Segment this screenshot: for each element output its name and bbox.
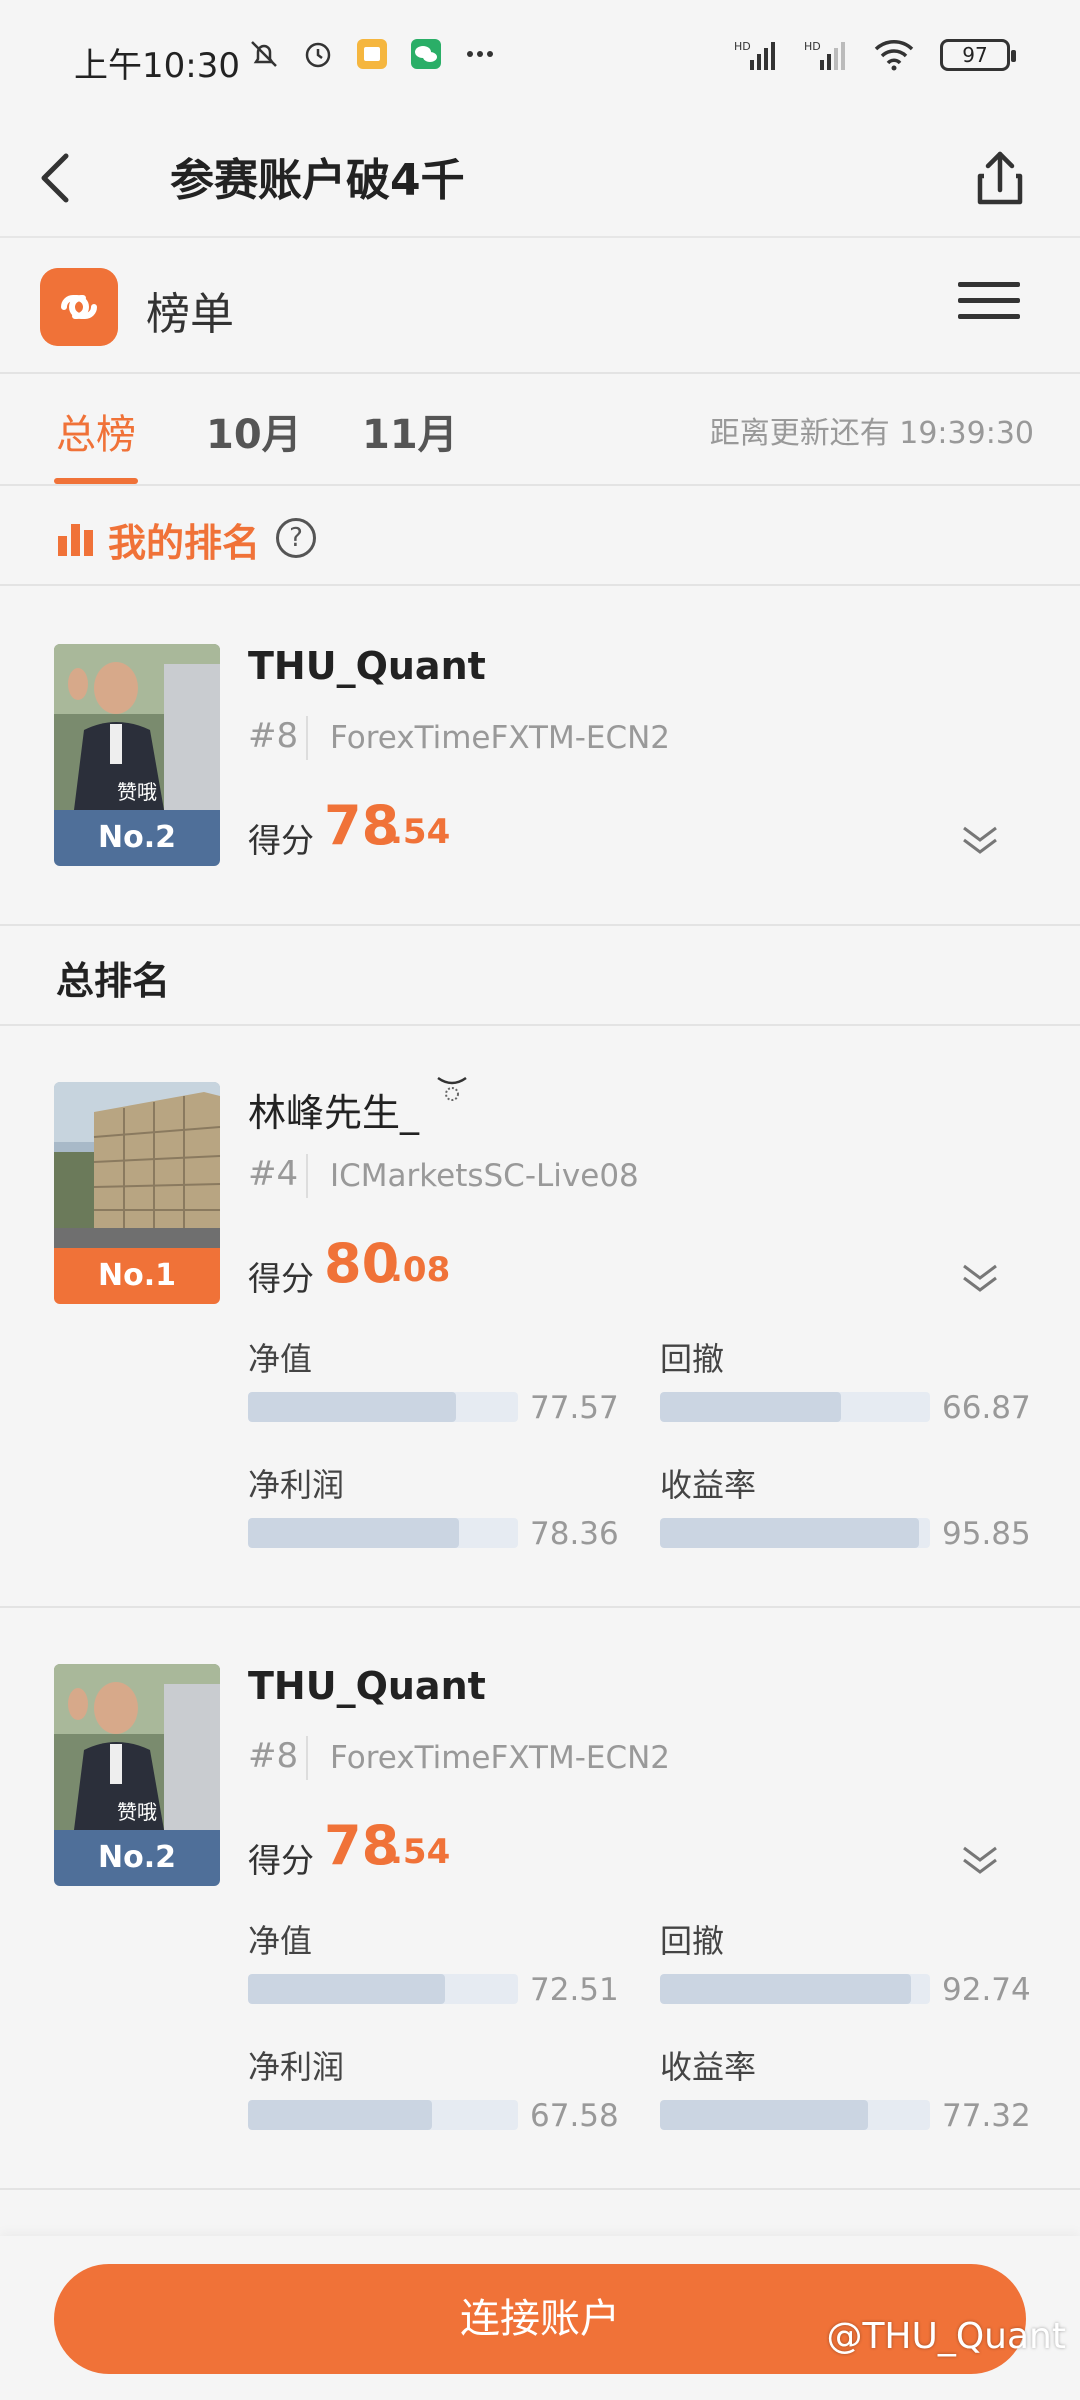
rank-number: #8 (248, 716, 299, 756)
app-logo-icon (40, 268, 118, 346)
ranking-entry[interactable]: 赞哦 No.2 THU_Quant #8 ForexTimeFXTM-ECN2 … (0, 1608, 1080, 2190)
score-decimal: .54 (390, 812, 451, 852)
avatar: 赞哦 No.2 (54, 644, 220, 866)
page-title: 参赛账户破4千 (170, 155, 465, 206)
more-dots-icon (467, 51, 493, 57)
score-label: 得分 (248, 1259, 314, 1298)
rank-badge: No.2 (54, 810, 220, 866)
metric-drawdown: 回撤 92.74 (660, 1922, 1031, 2008)
svg-text:HD: HD (734, 40, 751, 53)
metric-bar (660, 2100, 930, 2130)
username: THU_Quant (248, 644, 486, 688)
metric-net-value: 净值 72.51 (248, 1922, 619, 2008)
hd-signal-icon: HD (734, 40, 775, 70)
status-time: 上午10:30 (74, 46, 240, 86)
overall-ranking-header: 总排名 (0, 926, 1080, 1026)
wechat-icon (411, 39, 441, 69)
metric-bar (660, 1974, 930, 2004)
avatar-photo (54, 1082, 220, 1248)
sparkle-icon (437, 1076, 467, 1101)
metric-drawdown: 回撤 66.87 (660, 1340, 1031, 1426)
username: THU_Quant (248, 1664, 486, 1708)
score-integer: 80 (324, 1232, 400, 1295)
status-notification-icons (246, 36, 498, 72)
metric-bar (660, 1392, 930, 1422)
leaderboard-page: 上午10:30 HD HD 97 参赛账户破4千 榜单 总榜 10月 11月 距… (0, 0, 1080, 2400)
help-icon[interactable]: ? (276, 518, 316, 558)
tab-october[interactable]: 10月 (206, 402, 302, 460)
tab-bar: 总榜 10月 11月 距离更新还有 19:39:30 (0, 374, 1080, 486)
score-label: 得分 (248, 821, 314, 860)
chevron-double-down-icon[interactable] (960, 824, 1000, 858)
watermark: @THU_Quant (826, 2316, 1066, 2357)
metric-bar (248, 1518, 518, 1548)
metric-bar (660, 1518, 930, 1548)
update-countdown: 距离更新还有 19:39:30 (709, 416, 1034, 451)
metric-return-rate: 收益率 77.32 (660, 2048, 1031, 2134)
bar-chart-icon (58, 524, 93, 556)
chevron-double-down-icon[interactable] (960, 1844, 1000, 1878)
metric-return-rate: 收益率 95.85 (660, 1466, 1031, 1552)
divider (306, 1736, 308, 1780)
my-ranking-header: 我的排名 ? (0, 486, 1080, 586)
wifi-icon (874, 40, 914, 71)
overall-ranking-title: 总排名 (56, 959, 171, 1003)
active-tab-indicator (54, 478, 138, 484)
divider (306, 716, 308, 760)
metric-net-profit: 净利润 78.36 (248, 1466, 619, 1552)
score-decimal: .08 (390, 1250, 451, 1290)
my-ranking-title: 我的排名 (108, 521, 261, 565)
alarm-icon (305, 42, 331, 68)
server-name: ICMarketsSC-Live08 (330, 1158, 639, 1194)
rank-badge: No.2 (54, 1830, 220, 1886)
tab-overall[interactable]: 总榜 (56, 402, 136, 460)
notes-app-icon (357, 39, 387, 69)
hd-signal-icon: HD (804, 40, 845, 70)
metric-net-value: 净值 77.57 (248, 1340, 619, 1426)
score-label: 得分 (248, 1841, 314, 1880)
back-arrow-icon[interactable] (30, 136, 110, 220)
metric-bar (248, 2100, 518, 2130)
divider (306, 1154, 308, 1198)
status-system-icons: HD HD 97 (734, 38, 1016, 72)
avatar: 赞哦 No.2 (54, 1664, 220, 1886)
my-rank-card[interactable]: 赞哦 No.2 THU_Quant #8 ForexTimeFXTM-ECN2 … (0, 588, 1080, 926)
hamburger-menu-icon[interactable] (958, 282, 1020, 332)
username: 林峰先生_ (248, 1091, 420, 1135)
avatar: No.1 (54, 1082, 220, 1304)
battery-icon: 97 (940, 39, 1016, 71)
server-name: ForexTimeFXTM-ECN2 (330, 720, 671, 756)
metric-net-profit: 净利润 67.58 (248, 2048, 619, 2134)
rank-number: #8 (248, 1736, 299, 1776)
app-name: 榜单 (146, 289, 234, 340)
tab-november[interactable]: 11月 (362, 402, 458, 460)
metric-bar (248, 1392, 518, 1422)
rank-number: #4 (248, 1154, 299, 1194)
chevron-double-down-icon[interactable] (960, 1262, 1000, 1296)
ranking-entry[interactable]: No.1 林峰先生_ #4 ICMarketsSC-Live08 得分 80 .… (0, 1026, 1080, 1608)
score-integer: 78 (324, 1814, 400, 1877)
rank-badge: No.1 (54, 1248, 220, 1304)
bell-off-icon (251, 41, 277, 67)
server-name: ForexTimeFXTM-ECN2 (330, 1740, 671, 1776)
avatar-caption: 赞哦 (117, 780, 157, 804)
avatar-caption: 赞哦 (117, 1800, 157, 1824)
share-icon[interactable] (960, 136, 1040, 220)
status-bar: 上午10:30 HD HD 97 (0, 0, 1080, 118)
bottom-action-bar: 连接账户 @THU_Quant (0, 2236, 1080, 2400)
app-header: 榜单 (0, 238, 1080, 374)
score-integer: 78 (324, 794, 400, 857)
metric-bar (248, 1974, 518, 2004)
nav-bar: 参赛账户破4千 (0, 118, 1080, 238)
score-decimal: .54 (390, 1832, 451, 1872)
svg-text:HD: HD (804, 40, 821, 53)
